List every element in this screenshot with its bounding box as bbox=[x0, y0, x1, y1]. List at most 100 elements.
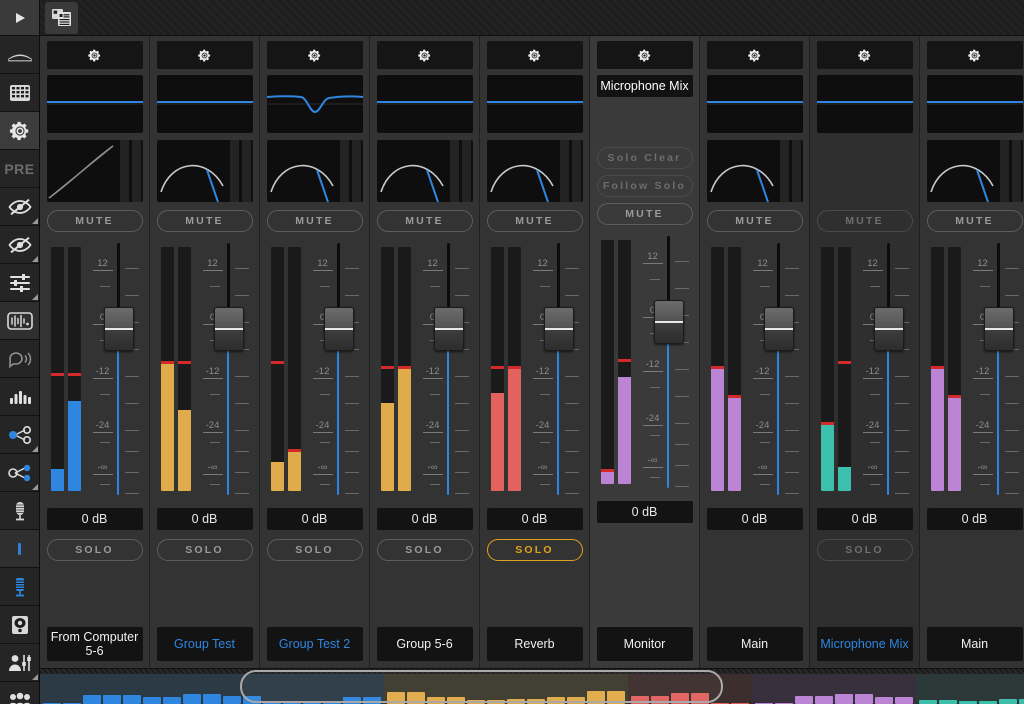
sidebar-item-people-group[interactable] bbox=[0, 682, 39, 704]
channel-name-label[interactable]: Main bbox=[706, 627, 803, 661]
layout-toggle-button[interactable] bbox=[45, 2, 78, 34]
mute-button[interactable]: MUTE bbox=[266, 210, 363, 232]
sidebar-item-pre[interactable]: PRE bbox=[0, 150, 39, 188]
channel-fader[interactable] bbox=[433, 243, 464, 495]
eq-display[interactable] bbox=[816, 75, 913, 133]
sidebar-item-capsule-mic[interactable] bbox=[0, 492, 39, 530]
gain-readout[interactable]: 0 dB bbox=[816, 508, 913, 530]
mute-button[interactable]: MUTE bbox=[46, 210, 143, 232]
solo-button[interactable]: SOLO bbox=[156, 539, 253, 561]
channel-fader[interactable] bbox=[213, 243, 244, 495]
follow-solo-button[interactable]: Follow Solo bbox=[596, 175, 693, 197]
channel-name-label[interactable]: Main bbox=[926, 627, 1023, 661]
channel-settings-button[interactable] bbox=[816, 41, 913, 69]
eq-display[interactable] bbox=[266, 75, 363, 133]
channel-name-label[interactable]: Monitor bbox=[596, 627, 693, 661]
overview-segment[interactable] bbox=[40, 674, 384, 704]
channel-settings-button[interactable] bbox=[376, 41, 473, 69]
sidebar-item-waveform[interactable] bbox=[0, 302, 39, 340]
channel-name-label[interactable]: Group 5-6 bbox=[376, 627, 473, 661]
sidebar-item-speaker[interactable] bbox=[0, 606, 39, 644]
channel-fader[interactable] bbox=[543, 243, 574, 495]
solo-button[interactable]: SOLO bbox=[46, 539, 143, 561]
fader-handle[interactable] bbox=[983, 307, 1014, 351]
eq-display[interactable] bbox=[156, 75, 253, 133]
channel-name-label[interactable]: From Computer 5-6 bbox=[46, 627, 143, 661]
channel-overview-strip[interactable] bbox=[40, 668, 1024, 704]
sidebar-item-blue-tick[interactable] bbox=[0, 530, 39, 568]
sidebar-item-settings[interactable] bbox=[0, 112, 39, 150]
channel-settings-button[interactable] bbox=[46, 41, 143, 69]
channel-name-label[interactable]: Group Test bbox=[156, 627, 253, 661]
fader-handle[interactable] bbox=[543, 307, 574, 351]
sidebar-item-grid-pad[interactable] bbox=[0, 74, 39, 112]
channel-fader[interactable] bbox=[763, 243, 794, 495]
gain-readout[interactable]: 0 dB bbox=[376, 508, 473, 530]
sidebar-item-hide-2[interactable] bbox=[0, 226, 39, 264]
sidebar-item-person-fader[interactable] bbox=[0, 644, 39, 682]
mute-button[interactable]: MUTE bbox=[596, 203, 693, 225]
channel-fader[interactable] bbox=[983, 243, 1014, 495]
dynamics-display[interactable] bbox=[376, 140, 473, 202]
gain-readout[interactable]: 0 dB bbox=[926, 508, 1023, 530]
channel-fader[interactable] bbox=[103, 243, 134, 495]
fader-handle[interactable] bbox=[763, 307, 794, 351]
solo-clear-button[interactable]: Solo Clear bbox=[596, 147, 693, 169]
gain-readout[interactable]: 0 dB bbox=[486, 508, 583, 530]
sidebar-item-blue-capsule[interactable] bbox=[0, 568, 39, 606]
gain-readout[interactable]: 0 dB bbox=[266, 508, 363, 530]
solo-button[interactable]: SOLO bbox=[816, 539, 913, 561]
channel-settings-button[interactable] bbox=[706, 41, 803, 69]
sidebar-item-sliders[interactable] bbox=[0, 264, 39, 302]
solo-button[interactable]: SOLO bbox=[376, 539, 473, 561]
dynamics-display[interactable] bbox=[46, 140, 143, 202]
sidebar-item-routing-2[interactable] bbox=[0, 454, 39, 492]
dynamics-display[interactable] bbox=[156, 140, 253, 202]
fader-handle[interactable] bbox=[103, 307, 134, 351]
channel-fader[interactable] bbox=[323, 243, 354, 495]
dynamics-display[interactable] bbox=[266, 140, 363, 202]
overview-segment[interactable] bbox=[752, 674, 916, 704]
sidebar-item-hide-1[interactable] bbox=[0, 188, 39, 226]
channel-name-label[interactable]: Microphone Mix bbox=[816, 627, 913, 661]
sidebar-item-play[interactable] bbox=[0, 0, 39, 36]
overview-segment[interactable] bbox=[916, 674, 1024, 704]
mute-button[interactable]: MUTE bbox=[926, 210, 1023, 232]
eq-display[interactable] bbox=[706, 75, 803, 133]
channel-settings-button[interactable] bbox=[596, 41, 693, 69]
sidebar-item-routing-1[interactable] bbox=[0, 416, 39, 454]
overview-segment[interactable] bbox=[628, 674, 752, 704]
mute-button[interactable]: MUTE bbox=[816, 210, 913, 232]
channel-settings-button[interactable] bbox=[486, 41, 583, 69]
channel-settings-button[interactable] bbox=[156, 41, 253, 69]
overview-segment[interactable] bbox=[384, 674, 628, 704]
eq-display[interactable] bbox=[376, 75, 473, 133]
fader-handle[interactable] bbox=[873, 307, 904, 351]
dynamics-display[interactable] bbox=[926, 140, 1023, 202]
channel-settings-button[interactable] bbox=[266, 41, 363, 69]
mute-button[interactable]: MUTE bbox=[706, 210, 803, 232]
dynamics-display[interactable] bbox=[706, 140, 803, 202]
solo-button[interactable]: SOLO bbox=[266, 539, 363, 561]
channel-name-label[interactable]: Reverb bbox=[486, 627, 583, 661]
dynamics-display[interactable] bbox=[486, 140, 583, 202]
sidebar-item-mixer-surface[interactable] bbox=[0, 36, 39, 74]
sidebar-item-talkback[interactable] bbox=[0, 340, 39, 378]
gain-readout[interactable]: 0 dB bbox=[156, 508, 253, 530]
solo-button[interactable]: SOLO bbox=[486, 539, 583, 561]
channel-name-label[interactable]: Group Test 2 bbox=[266, 627, 363, 661]
gain-readout[interactable]: 0 dB bbox=[596, 501, 693, 523]
channel-settings-button[interactable] bbox=[926, 41, 1023, 69]
fader-handle[interactable] bbox=[323, 307, 354, 351]
fader-handle[interactable] bbox=[653, 300, 684, 344]
fader-handle[interactable] bbox=[433, 307, 464, 351]
mute-button[interactable]: MUTE bbox=[156, 210, 253, 232]
mute-button[interactable]: MUTE bbox=[376, 210, 473, 232]
eq-display[interactable] bbox=[46, 75, 143, 133]
eq-display[interactable] bbox=[486, 75, 583, 133]
fader-handle[interactable] bbox=[213, 307, 244, 351]
eq-display[interactable] bbox=[926, 75, 1023, 133]
monitor-source-label[interactable]: Microphone Mix bbox=[596, 75, 693, 97]
channel-fader[interactable] bbox=[873, 243, 904, 495]
sidebar-item-meters[interactable] bbox=[0, 378, 39, 416]
